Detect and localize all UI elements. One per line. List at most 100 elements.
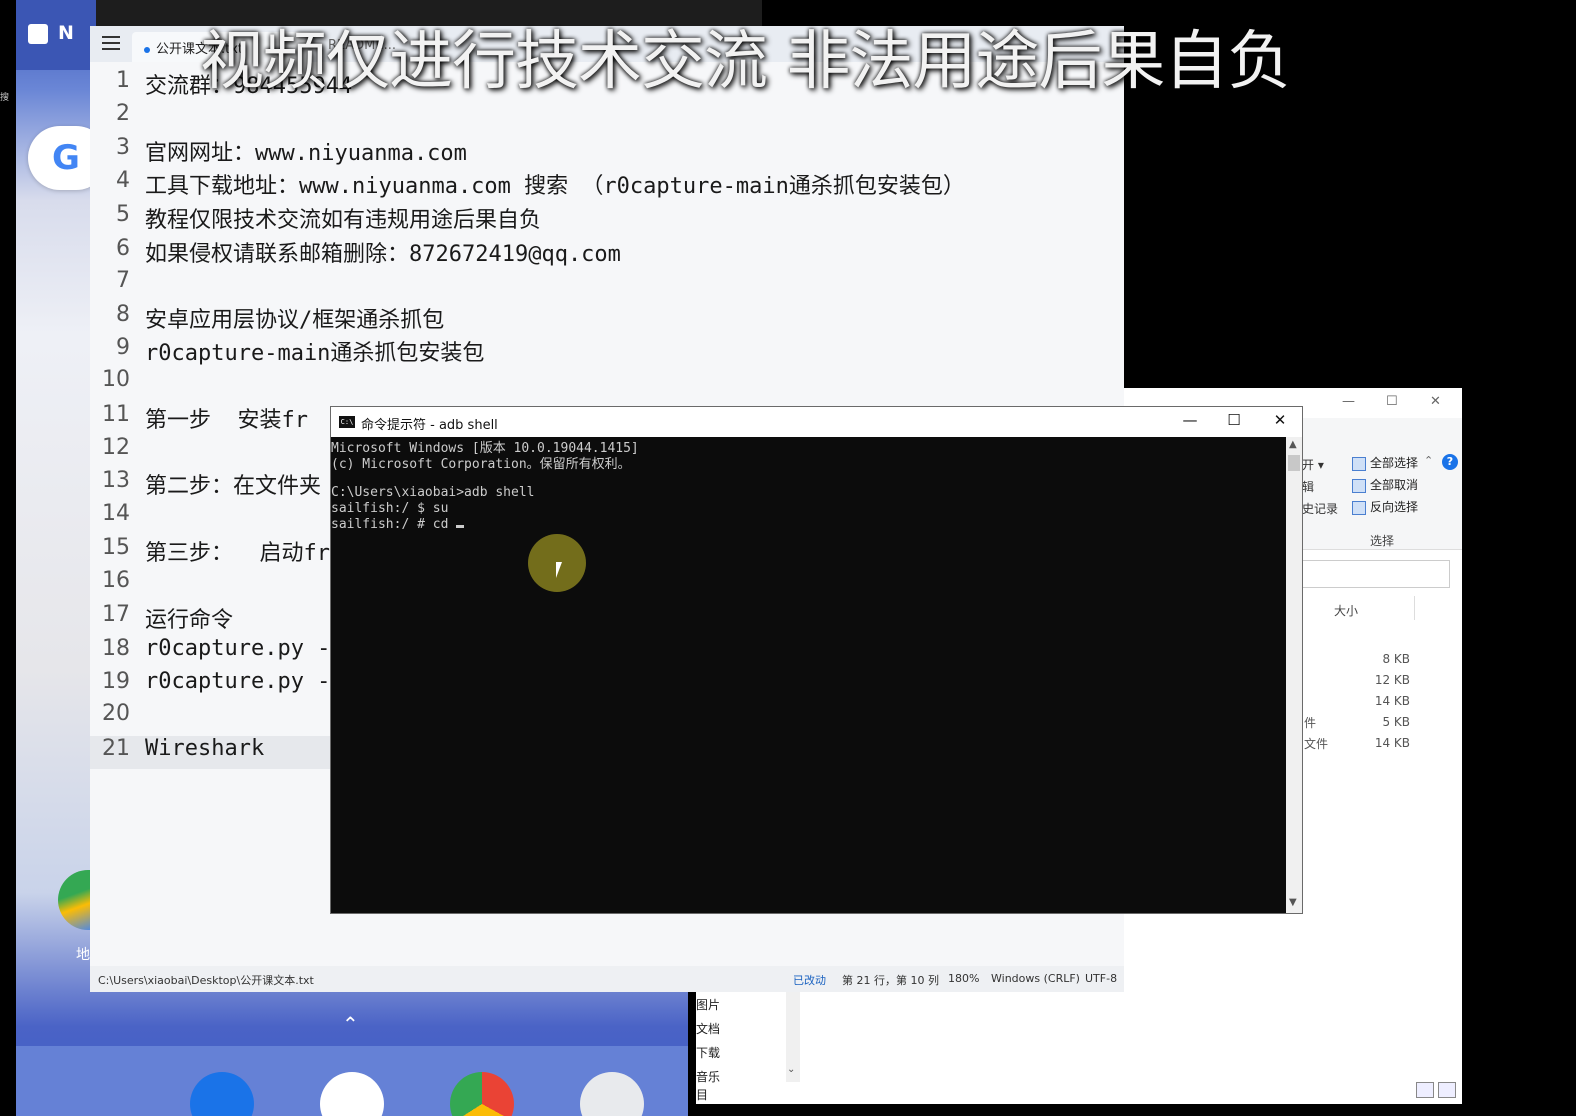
editor-line[interactable]: 2 (90, 101, 1124, 134)
line-text: 如果侵权请联系邮箱删除：872672419@qq.com (145, 242, 621, 267)
ribbon-group-label: 选择 (1370, 534, 1395, 548)
cmd-console[interactable]: Microsoft Windows [版本 10.0.19044.1415] (… (331, 437, 1286, 913)
file-size-cell: 14 KB (1374, 736, 1410, 750)
app-drawer-chevron-up-icon[interactable]: ⌃ (342, 1012, 359, 1036)
line-text: 运行命令 (145, 608, 234, 633)
editor-line[interactable]: 9 r0capture-main通杀抓包安装包 (90, 335, 1124, 368)
invert-selection-icon (1352, 500, 1366, 515)
cmd-scrollbar[interactable]: ▲ ▼ (1286, 437, 1302, 913)
left-edge-text: 搜 (0, 93, 10, 103)
google-g-icon: G (52, 138, 80, 178)
encoding[interactable]: UTF-8 (1085, 972, 1117, 985)
editor-line[interactable]: 7 (90, 268, 1124, 301)
cmd-maximize-button[interactable]: ☐ (1219, 411, 1249, 433)
mouse-pointer-icon (556, 562, 562, 578)
ribbon-collapse-icon[interactable]: ⌃ (1424, 454, 1433, 467)
select-none-button[interactable]: 全部取消 (1352, 476, 1418, 493)
console-prompt: sailfish:/ # cd (331, 517, 457, 532)
file-size-cell: 12 KB (1374, 673, 1410, 687)
nav-item-more[interactable]: 目 (696, 1086, 708, 1103)
editor-line[interactable]: 6 如果侵权请联系邮箱删除：872672419@qq.com (90, 236, 1124, 269)
nav-scroll-down-icon[interactable]: ⌄ (787, 1064, 795, 1075)
console-line: sailfish:/ # cd (331, 517, 465, 532)
cmd-title: 命令提示符 - adb shell (361, 418, 498, 433)
modified-indicator: 已改动 (793, 974, 826, 987)
ribbon-open-item[interactable]: 开 ▾ (1302, 456, 1324, 473)
cmd-minimize-button[interactable]: — (1175, 411, 1205, 433)
editor-line[interactable]: 10 (90, 367, 1124, 400)
editor-line[interactable]: 8 安卓应用层协议/框架通杀抓包 (90, 302, 1124, 335)
explorer-maximize-button[interactable]: ☐ (1386, 394, 1398, 409)
nav-item-music[interactable]: 音乐 (696, 1068, 720, 1085)
scroll-down-icon[interactable]: ▼ (1289, 897, 1297, 908)
scrollbar-thumb[interactable] (1288, 455, 1300, 471)
nav-item-documents[interactable]: 文档 (696, 1020, 720, 1037)
unsaved-dot-icon (144, 46, 150, 53)
select-all-label: 全部选择 (1370, 456, 1419, 470)
explorer-minimize-button[interactable]: — (1342, 394, 1355, 409)
line-number: 11 (102, 402, 130, 427)
help-icon[interactable]: ? (1442, 454, 1458, 470)
cmd-close-button[interactable]: ✕ (1265, 411, 1295, 433)
line-text: 教程仅限技术交流如有违规用途后果自负 (145, 208, 542, 233)
invert-selection-label: 反向选择 (1370, 500, 1419, 514)
console-line: (c) Microsoft Corporation。保留所有权利。 (331, 457, 631, 472)
line-number: 21 (102, 736, 130, 761)
line-number: 6 (116, 236, 130, 261)
select-all-icon (1352, 456, 1366, 471)
line-number: 12 (102, 435, 130, 460)
select-all-button[interactable]: 全部选择 (1352, 454, 1418, 471)
ribbon-history-item[interactable]: 史记录 (1302, 500, 1338, 517)
line-text: 第二步：在文件夹 (145, 474, 322, 499)
select-none-label: 全部取消 (1370, 478, 1419, 492)
line-text: 第三步： 启动fr (145, 541, 330, 566)
line-number: 8 (116, 302, 130, 327)
n-notification-icon: N (58, 22, 74, 44)
line-number: 2 (116, 101, 130, 126)
file-type-cell: 文件 (1304, 737, 1329, 751)
cmd-titlebar[interactable]: C:\ 命令提示符 - adb shell — ☐ ✕ (331, 407, 1302, 437)
line-number: 1 (116, 68, 130, 93)
file-size-cell: 14 KB (1374, 694, 1410, 708)
explorer-lower-pane (800, 992, 1462, 1104)
nav-item-downloads[interactable]: 下载 (696, 1044, 720, 1061)
file-size-cell: 5 KB (1382, 715, 1410, 729)
explorer-search-input[interactable] (1302, 560, 1450, 588)
maps-app-label: 地 (76, 947, 90, 963)
editor-line[interactable]: 4 工具下载地址：www.niyuanma.com 搜索 （r0capture-m… (90, 168, 1124, 201)
file-type-cell: 件 (1304, 716, 1317, 730)
file-size-cell: 8 KB (1382, 652, 1410, 666)
nav-item-pictures[interactable]: 图片 (696, 996, 720, 1013)
select-none-icon (1352, 478, 1366, 493)
zoom-level[interactable]: 180% (948, 972, 979, 985)
large-icons-view-icon[interactable] (1438, 1082, 1456, 1098)
line-text: 安卓应用层协议/框架通杀抓包 (145, 308, 445, 333)
line-ending[interactable]: Windows (CRLF) (991, 972, 1080, 985)
cursor-position[interactable]: 第 21 行，第 10 列 (842, 972, 939, 988)
command-prompt-window: C:\ 命令提示符 - adb shell — ☐ ✕ Microsoft Wi… (330, 406, 1303, 914)
file-path: C:\Users\xiaobai\Desktop\公开课文本.txt (98, 974, 314, 987)
editor-line[interactable]: 5 教程仅限技术交流如有违规用途后果自负 (90, 202, 1124, 235)
line-number: 3 (116, 135, 130, 160)
editor-line[interactable]: 3 官网网址：www.niyuanma.com (90, 135, 1124, 168)
hamburger-menu-icon[interactable] (102, 36, 120, 50)
line-number: 13 (102, 468, 130, 493)
cmd-app-icon: C:\ (339, 416, 355, 428)
scroll-up-icon[interactable]: ▲ (1289, 439, 1297, 450)
text-cursor (456, 525, 465, 528)
console-line: sailfish:/ $ su (331, 501, 449, 516)
line-text: Wireshark (145, 736, 265, 761)
ribbon-edit-item[interactable]: 辑 (1302, 478, 1314, 495)
line-text: 工具下载地址：www.niyuanma.com 搜索 （r0capture-ma… (145, 174, 965, 199)
details-view-icon[interactable] (1416, 1082, 1434, 1098)
line-number: 14 (102, 501, 130, 526)
line-text: 官网网址：www.niyuanma.com (145, 141, 467, 166)
console-line: C:\Users\xiaobai>adb shell (331, 485, 535, 500)
line-text: r0capture.py - (145, 636, 331, 661)
line-text: r0capture.py - (145, 669, 331, 694)
notification-square-icon (28, 24, 48, 44)
size-column-header[interactable]: 大小 (1334, 602, 1358, 619)
invert-selection-button[interactable]: 反向选择 (1352, 498, 1418, 515)
line-number: 4 (116, 168, 130, 193)
explorer-close-button[interactable]: ✕ (1430, 394, 1441, 409)
